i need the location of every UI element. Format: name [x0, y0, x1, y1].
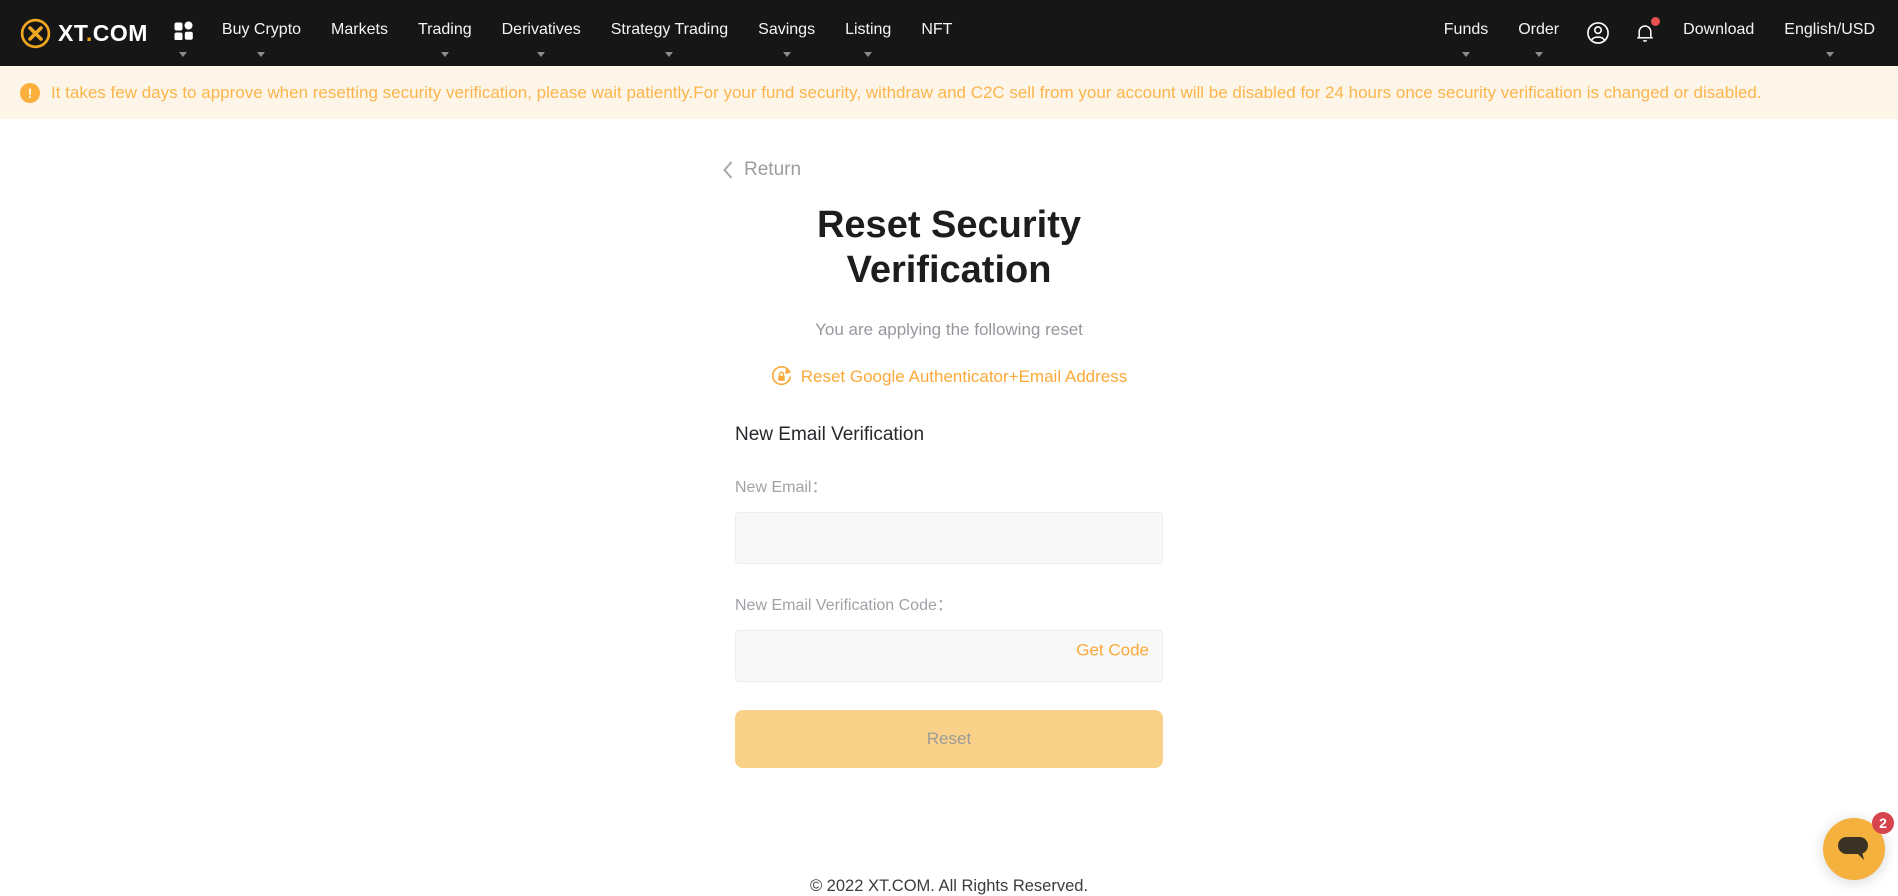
new-email-input[interactable] — [735, 512, 1163, 564]
warning-icon: ! — [20, 83, 40, 103]
reset-type-label: Reset Google Authenticator+Email Address — [801, 367, 1128, 387]
reset-button[interactable]: Reset — [735, 710, 1163, 768]
notification-dot — [1651, 17, 1660, 26]
verification-code-field: Get Code — [735, 615, 1163, 682]
copyright-text: © 2022 XT.COM. All Rights Reserved. — [0, 877, 1898, 896]
navbar-right: Funds Order Downloa — [1429, 0, 1890, 66]
new-email-label: New Email： — [735, 473, 1163, 497]
nav-item-derivatives[interactable]: Derivatives — [487, 0, 596, 66]
section-title: New Email Verification — [735, 424, 1163, 446]
nav-item-nft[interactable]: NFT — [906, 0, 967, 66]
profile-icon — [1585, 20, 1611, 46]
get-code-button[interactable]: Get Code — [1076, 640, 1149, 660]
notifications-button[interactable] — [1622, 0, 1668, 66]
nav-item-download[interactable]: Download — [1668, 0, 1769, 66]
chat-bubble-icon — [1836, 834, 1872, 864]
language-currency-selector[interactable]: English/USD — [1769, 0, 1890, 66]
security-notice-text: It takes few days to approve when resett… — [51, 83, 1762, 103]
page-title: Reset Security Verification — [735, 203, 1163, 293]
chevron-down-icon — [665, 52, 673, 57]
chat-support-button[interactable]: 2 — [1823, 818, 1885, 880]
nav-item-funds[interactable]: Funds — [1429, 0, 1503, 66]
nav-item-savings[interactable]: Savings — [743, 0, 830, 66]
apps-grid-menu[interactable] — [160, 0, 207, 66]
chevron-down-icon — [179, 52, 187, 57]
chevron-down-icon — [441, 52, 449, 57]
nav-item-trading[interactable]: Trading — [403, 0, 487, 66]
nav-item-strategy-trading[interactable]: Strategy Trading — [596, 0, 743, 66]
nav-item-markets[interactable]: Markets — [316, 0, 403, 66]
chevron-down-icon — [783, 52, 791, 57]
security-notice-banner: ! It takes few days to approve when rese… — [0, 66, 1898, 119]
chevron-down-icon — [257, 52, 265, 57]
chevron-down-icon — [1826, 52, 1834, 57]
return-label: Return — [744, 159, 801, 181]
chat-unread-badge: 2 — [1872, 812, 1894, 834]
xt-logo-icon — [20, 18, 51, 49]
nav-item-order[interactable]: Order — [1503, 0, 1574, 66]
chevron-down-icon — [537, 52, 545, 57]
profile-button[interactable] — [1574, 0, 1622, 66]
xt-logo[interactable]: XT.COM — [20, 0, 148, 66]
reset-verification-panel: Return Reset Security Verification You a… — [735, 159, 1163, 768]
chevron-left-icon — [721, 160, 734, 180]
chevron-down-icon — [1535, 52, 1543, 57]
reset-security-lock-icon — [771, 366, 792, 387]
return-link[interactable]: Return — [721, 159, 801, 181]
nav-item-listing[interactable]: Listing — [830, 0, 906, 66]
verification-code-label: New Email Verification Code： — [735, 591, 1163, 615]
xt-logo-wordmark: XT.COM — [58, 20, 148, 47]
chevron-down-icon — [1462, 52, 1470, 57]
page-subtitle: You are applying the following reset — [735, 320, 1163, 340]
chevron-down-icon — [864, 52, 872, 57]
nav-item-buy-crypto[interactable]: Buy Crypto — [207, 0, 316, 66]
top-navbar: XT.COM Buy Crypto Markets Trading Deriva… — [0, 0, 1898, 66]
apps-grid-icon — [174, 21, 193, 40]
reset-type-link[interactable]: Reset Google Authenticator+Email Address — [735, 366, 1163, 387]
